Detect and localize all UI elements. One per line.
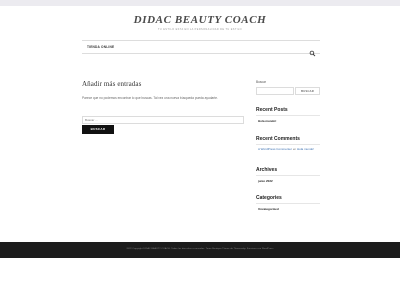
sidebar-search-button[interactable]: BUSCAR (295, 87, 320, 95)
divider (256, 144, 320, 145)
comment-author-link[interactable]: A WordPress Commenter (258, 147, 292, 151)
sidebar-search-label: Buscar (256, 80, 266, 84)
divider (256, 175, 320, 176)
recent-posts-heading: Recent Posts (256, 107, 288, 113)
recent-comments-heading: Recent Comments (256, 136, 300, 142)
recent-comment-item: A WordPress Commenter en Hola mundo! (258, 147, 318, 151)
comment-post-link[interactable]: Hola mundo! (297, 147, 314, 151)
footer-copyright: 2022 Copyright DIDAC BEAUTY COACH. Todos… (126, 248, 274, 250)
site-header: DIDAC BEAUTY COACH TU ESTILO ESTA EN LA … (0, 6, 400, 40)
comment-on-text: en (292, 147, 297, 151)
not-found-message: Parece que no podemos encontrar lo que b… (82, 96, 218, 100)
site-description: TU ESTILO ESTA EN LA PERSONALIDAD DE TU … (157, 28, 243, 31)
main-content: Añadir más entradas Parece que no podemo… (82, 80, 244, 134)
search-icon[interactable] (309, 44, 316, 57)
nav-item-tienda-online[interactable]: TIENDA ONLINE (87, 45, 114, 49)
search-button[interactable]: BUSCAR (82, 125, 114, 134)
recent-post-link[interactable]: Hola mundo! (258, 119, 276, 123)
archives-heading: Archives (256, 167, 278, 173)
divider (256, 203, 320, 204)
divider (256, 115, 320, 116)
site-title[interactable]: DIDAC BEAUTY COACH (0, 14, 400, 26)
category-link[interactable]: Uncategorized (258, 207, 279, 211)
page-title: Añadir más entradas (82, 80, 142, 88)
main-navigation: TIENDA ONLINE (82, 40, 320, 57)
categories-heading: Categories (256, 195, 282, 201)
archive-link[interactable]: junio 2022 (258, 179, 273, 183)
search-input[interactable] (82, 116, 244, 124)
site-footer: 2022 Copyright DIDAC BEAUTY COACH. Todos… (0, 242, 400, 258)
sidebar-search-input[interactable] (256, 87, 294, 95)
